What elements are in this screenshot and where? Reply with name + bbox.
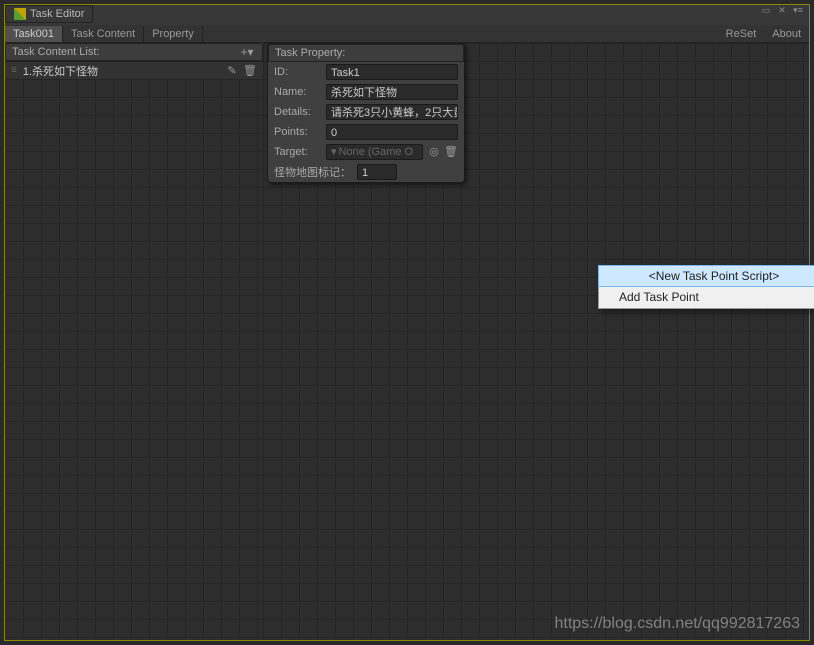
tab-bar: Task001 Task Content Property ReSet Abou… (5, 25, 809, 43)
list-item-label: 1.杀死如下怪物 (23, 63, 98, 79)
task-property-panel: Task Property: ID: Task1 Name: 杀死如下怪物 De… (267, 43, 465, 183)
menu-item-add-task-point[interactable]: Add Task Point ▶ (599, 286, 814, 308)
about-link[interactable]: About (764, 26, 809, 42)
name-field[interactable]: 杀死如下怪物 (326, 84, 458, 100)
details-field[interactable]: 请杀死3只小黄蜂，2只大黄 (326, 104, 458, 120)
tab-task-content[interactable]: Task Content (63, 26, 144, 42)
window-options-icon[interactable]: ▾≡ (791, 5, 805, 15)
edit-icon[interactable]: ✎ (225, 64, 239, 78)
map-label: 怪物地图标记： (274, 164, 351, 180)
add-list-item-button[interactable]: +▾ (238, 45, 256, 59)
list-item[interactable]: ≡ 1.杀死如下怪物 ✎ 🗑 (5, 61, 263, 79)
context-menu: <New Task Point Script> Add Task Point ▶ (598, 265, 814, 309)
points-field[interactable]: 0 (326, 124, 458, 140)
map-field[interactable]: 1 (357, 164, 397, 180)
window-close-icon[interactable]: ✕ (775, 5, 789, 15)
delete-icon[interactable]: 🗑 (243, 64, 257, 78)
points-label: Points: (274, 126, 326, 138)
id-field[interactable]: Task1 (326, 64, 458, 80)
window-title: Task Editor (30, 8, 84, 20)
tab-property[interactable]: Property (144, 26, 203, 42)
watermark: https://blog.csdn.net/qq992817263 (554, 615, 800, 633)
name-label: Name: (274, 86, 326, 98)
window-menu-icon[interactable]: ▭ (759, 5, 773, 15)
tab-task001[interactable]: Task001 (5, 26, 63, 42)
node-canvas[interactable]: Task Property: ID: Task1 Name: 杀死如下怪物 De… (263, 43, 809, 640)
left-panel-title: Task Content List: (12, 46, 99, 58)
target-picker-icon[interactable]: ◎ (427, 145, 441, 159)
window-title-tab: Task Editor (5, 5, 93, 23)
target-field[interactable]: ▾ None (Game O (326, 144, 423, 160)
menu-item-new-script[interactable]: <New Task Point Script> (598, 265, 814, 287)
target-delete-icon[interactable]: 🗑 (444, 145, 458, 159)
reset-link[interactable]: ReSet (718, 26, 765, 42)
id-label: ID: (274, 66, 326, 78)
target-label: Target: (274, 146, 326, 158)
property-panel-title: Task Property: (275, 47, 345, 59)
details-label: Details: (274, 106, 326, 118)
app-icon (14, 8, 26, 20)
drag-handle-icon[interactable]: ≡ (11, 65, 17, 76)
task-content-list-panel: Task Content List: +▾ ≡ 1.杀死如下怪物 ✎ 🗑 (5, 43, 263, 640)
